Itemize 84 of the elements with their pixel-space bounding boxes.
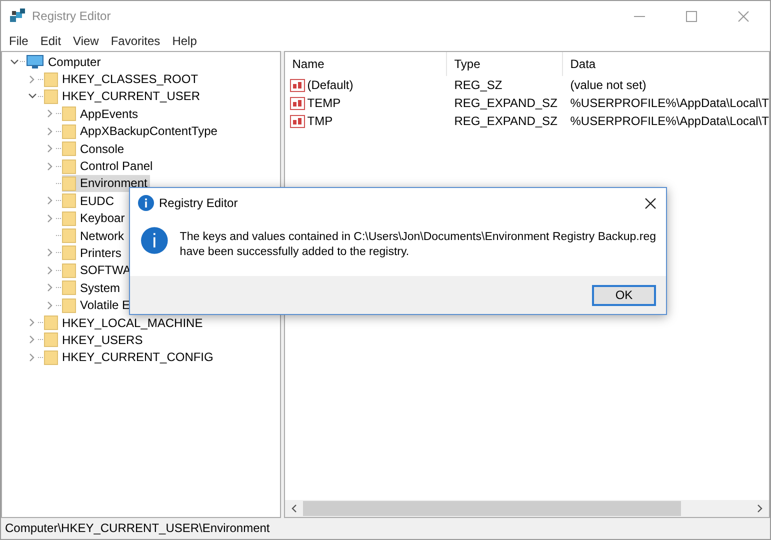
expand-chevron-icon[interactable] (47, 214, 53, 223)
value-type: REG_EXPAND_SZ (453, 96, 558, 110)
folder-icon (62, 193, 76, 208)
value-type: REG_EXPAND_SZ (453, 114, 558, 128)
folder-icon (62, 158, 76, 174)
menu-item[interactable]: View (67, 34, 105, 48)
tree-item[interactable]: AppEvents (80, 106, 138, 121)
column-header[interactable]: Data (563, 52, 769, 76)
folder-icon (44, 88, 58, 104)
expand-chevron-icon[interactable] (47, 144, 53, 154)
folder-icon (62, 176, 76, 191)
tree-item[interactable]: Keyboar (80, 211, 125, 226)
collapse-chevron-icon[interactable] (10, 58, 18, 65)
tree-item[interactable]: Control Panel (80, 159, 153, 174)
folder-icon (62, 106, 76, 122)
expand-chevron-icon[interactable] (47, 300, 53, 310)
dialog-title: Registry Editor (159, 196, 238, 210)
ok-button[interactable]: OK (592, 284, 656, 306)
folder-icon (62, 124, 76, 139)
collapse-chevron-icon[interactable] (28, 93, 36, 100)
string-value-icon (290, 78, 306, 92)
folder-icon (62, 141, 76, 156)
value-type: REG_SZ (453, 78, 504, 92)
tree-item[interactable]: HKEY_CURRENT_USER (62, 89, 200, 104)
tree-item[interactable]: HKEY_CLASSES_ROOT (62, 72, 198, 86)
scroll-right-icon[interactable] (757, 504, 763, 513)
menu-item[interactable]: Edit (34, 34, 68, 48)
folder-icon (62, 298, 76, 313)
value-data: %USERPROFILE%\AppData\Local\T (569, 96, 769, 110)
tree-item[interactable]: Printers (80, 246, 122, 260)
folder-icon (62, 262, 76, 278)
folder-icon (62, 245, 76, 260)
expand-chevron-icon[interactable] (29, 352, 35, 362)
menu-item[interactable]: File (3, 34, 34, 48)
expand-chevron-icon[interactable] (47, 196, 53, 206)
folder-icon (62, 280, 76, 296)
menu-item[interactable]: Favorites (104, 34, 166, 48)
folder-icon (44, 332, 58, 348)
window-title: Registry Editor (32, 9, 111, 23)
registry-cubes-icon (9, 8, 27, 24)
tree-item[interactable]: EUDC (80, 194, 114, 208)
expand-chevron-icon[interactable] (47, 109, 53, 118)
expand-chevron-icon[interactable] (29, 318, 35, 328)
folder-icon (62, 210, 76, 226)
expand-chevron-icon[interactable] (29, 335, 35, 344)
info-icon (138, 195, 154, 211)
horizontal-scrollbar[interactable] (285, 500, 769, 517)
folder-icon (44, 72, 58, 87)
tree-item[interactable]: HKEY_CURRENT_CONFIG (62, 350, 214, 364)
close-icon[interactable] (645, 198, 656, 208)
info-icon (141, 226, 168, 255)
string-value-icon (290, 96, 306, 110)
column-header[interactable]: Name (285, 52, 448, 76)
tree-item[interactable]: Console (80, 142, 124, 156)
value-name[interactable]: TMP (307, 114, 333, 128)
scroll-left-icon[interactable] (291, 504, 298, 513)
computer-icon (26, 54, 44, 69)
column-header[interactable]: Type (447, 52, 564, 76)
maximize-icon[interactable] (686, 10, 697, 22)
dialog-message: have been successfully added to the registry. (180, 245, 410, 260)
value-name[interactable]: (Default) (307, 78, 354, 92)
tree-item[interactable]: System (80, 280, 120, 295)
tree-item[interactable]: HKEY_USERS (62, 332, 143, 347)
tree-item[interactable]: Volatile E (80, 298, 130, 312)
value-data: %USERPROFILE%\AppData\Local\T (569, 114, 769, 128)
tree-item[interactable]: AppXBackupContentType (80, 124, 218, 138)
tree-item[interactable]: HKEY_LOCAL_MACHINE (62, 316, 203, 330)
value-name[interactable]: TEMP (307, 96, 341, 110)
tree-item[interactable]: Computer (48, 54, 101, 69)
folder-icon (62, 228, 76, 244)
tree-item[interactable]: SOFTWA (80, 263, 131, 278)
value-data: (value not set) (569, 78, 648, 92)
expand-chevron-icon[interactable] (29, 74, 35, 84)
expand-chevron-icon[interactable] (47, 266, 53, 275)
menu-item[interactable]: Help (166, 34, 203, 48)
expand-chevron-icon[interactable] (47, 248, 53, 258)
expand-chevron-icon[interactable] (47, 162, 53, 171)
folder-icon (44, 315, 58, 330)
dialog-message: The keys and values contained in C:\Users\Jon\Documents\Environment Registry Backup.reg (180, 230, 656, 245)
string-value-icon (290, 114, 306, 128)
expand-chevron-icon[interactable] (47, 126, 53, 136)
expand-chevron-icon[interactable] (47, 283, 53, 292)
tree-item[interactable]: Network (80, 228, 124, 243)
folder-icon (44, 350, 58, 365)
